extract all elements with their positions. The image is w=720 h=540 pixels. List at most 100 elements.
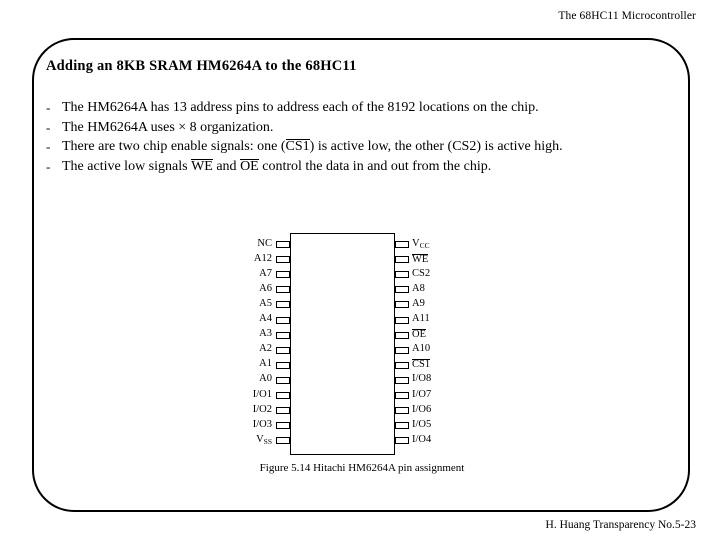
bullet-text-segment: The HM6264A has 13 address pins to addre… xyxy=(62,100,539,115)
pin-name: A4 xyxy=(259,313,272,324)
overlined-signal-name: CS1 xyxy=(285,139,310,154)
pin-label-right-3: CS2 xyxy=(412,267,431,280)
chip-pin-left-2 xyxy=(276,256,290,264)
chip-pin-right-8 xyxy=(395,346,409,354)
pin-name: I/O1 xyxy=(252,388,272,400)
pin-name-subscript: CC xyxy=(419,240,430,250)
pin-label-left-9: A1 xyxy=(259,359,272,370)
pin-label-left-1: NC xyxy=(257,237,272,250)
pin-name: A2 xyxy=(259,343,272,355)
chip-pin-left-4 xyxy=(276,286,290,294)
bullet-list: - The HM6264A has 13 address pins to addr… xyxy=(46,99,676,177)
chip-pin-right-2 xyxy=(395,256,409,264)
slide-header-title: The 68HC11 Microcontroller xyxy=(558,10,696,22)
pin-label-right-12: I/O6 xyxy=(412,403,432,416)
figure-caption: Figure 5.14 Hitachi HM6264A pin assignme… xyxy=(259,462,465,474)
pin-name: A6 xyxy=(259,282,272,294)
chip-pin-left-3 xyxy=(276,271,290,279)
pin-name: I/O7 xyxy=(412,388,432,400)
pin-label-left-2: A12 xyxy=(253,252,272,265)
pin-name: V xyxy=(256,433,264,445)
pin-name: I/O3 xyxy=(252,418,272,430)
pin-name: V xyxy=(412,237,420,249)
bullet-item: - There are two chip enable signals: one … xyxy=(46,138,676,157)
pin-name: A0 xyxy=(259,373,272,385)
pin-label-left-14: VSS xyxy=(256,433,272,446)
chip-pin-right-13 xyxy=(395,422,409,430)
pin-name: A8 xyxy=(412,282,425,294)
bullet-item: - The HM6264A uses × 8 organization. xyxy=(46,119,676,138)
pin-label-left-10: A0 xyxy=(259,374,272,385)
slide-footer-text: H. Huang Transparency No.5-23 xyxy=(545,519,696,531)
bullet-we-oe: The active low signals WE and OE control… xyxy=(62,158,676,177)
pin-name: I/O4 xyxy=(412,433,432,445)
chip-pin-left-13 xyxy=(276,422,290,430)
bullet-organization: The HM6264A uses × 8 organization. xyxy=(62,119,676,138)
pin-name: A7 xyxy=(259,267,272,279)
pin-label-right-5: A9 xyxy=(412,298,425,310)
chip-pin-left-9 xyxy=(276,361,290,369)
chip-pin-right-1 xyxy=(395,241,409,248)
bullet-marker: - xyxy=(46,100,51,115)
pin-name: I/O8 xyxy=(412,373,432,385)
pin-label-right-14: I/O4 xyxy=(412,433,432,446)
pin-label-left-7: A3 xyxy=(259,328,272,340)
pin-name: I/O5 xyxy=(412,418,432,430)
chip-body-outline xyxy=(290,233,395,455)
chip-pin-right-4 xyxy=(395,286,409,294)
bullet-text-segment: and xyxy=(212,158,241,174)
chip-pin-left-1 xyxy=(276,241,290,248)
bullet-text-segment: The HM6264A uses × 8 organization. xyxy=(62,119,274,135)
chip-pin-left-8 xyxy=(276,346,290,354)
chip-pin-right-3 xyxy=(395,271,409,279)
bullet-marker: - xyxy=(46,119,51,135)
pin-name: A1 xyxy=(259,358,272,370)
bullet-text-segment: control the data in and out from the chi… xyxy=(258,158,492,174)
bullet-text-segment: ) is active low, the other (CS2) is acti… xyxy=(309,139,563,154)
pin-label-right-10: I/O8 xyxy=(412,374,431,385)
bullet-text-segment: There are two chip enable signals: one ( xyxy=(62,139,286,154)
pin-label-left-11: I/O1 xyxy=(252,388,272,401)
chip-pin-left-14 xyxy=(276,437,290,445)
pin-label-right-11: I/O7 xyxy=(412,388,432,401)
chip-pin-right-9 xyxy=(395,361,409,369)
pin-label-right-1: VCC xyxy=(412,237,430,250)
pin-label-right-9: CS1 xyxy=(412,359,431,371)
page-title: Adding an 8KB SRAM HM6264A to the 68HC11 xyxy=(46,58,357,74)
pin-label-left-5: A5 xyxy=(259,298,272,310)
pin-name: CS2 xyxy=(412,267,431,279)
bullet-marker: - xyxy=(46,139,51,154)
pin-label-left-6: A4 xyxy=(259,313,272,325)
overlined-signal-name: WE xyxy=(191,158,213,174)
bullet-address-pins: The HM6264A has 13 address pins to addre… xyxy=(62,99,676,118)
bullet-chip-enable: There are two chip enable signals: one (… xyxy=(62,138,676,157)
pin-name: I/O2 xyxy=(252,403,272,415)
chip-pin-right-6 xyxy=(395,316,409,324)
bullet-marker: - xyxy=(46,158,51,174)
pin-name: A12 xyxy=(253,252,272,264)
pin-name-subscript: SS xyxy=(263,436,272,446)
pin-label-right-2: WE xyxy=(412,253,429,266)
pin-label-left-3: A7 xyxy=(259,267,272,280)
bullet-item: - The HM6264A has 13 address pins to addr… xyxy=(46,99,676,118)
chip-pin-left-11 xyxy=(276,392,290,399)
chip-pin-right-12 xyxy=(395,407,409,415)
overlined-pin-name: WE xyxy=(412,253,429,265)
chip-pin-left-10 xyxy=(276,376,290,384)
chip-pin-right-10 xyxy=(395,376,409,384)
chip-pin-right-14 xyxy=(395,437,409,445)
chip-pin-diagram: Figure 5.14 Hitachi HM6264A pin assignme… xyxy=(232,230,492,480)
overlined-pin-name: OE xyxy=(412,329,426,341)
pin-label-left-4: A6 xyxy=(259,282,272,295)
pin-name: NC xyxy=(257,237,272,249)
pin-label-right-4: A8 xyxy=(412,282,425,295)
pin-label-right-13: I/O5 xyxy=(412,418,432,431)
overlined-signal-name: OE xyxy=(240,158,259,174)
pin-label-left-13: I/O3 xyxy=(252,418,272,431)
pin-label-left-8: A2 xyxy=(259,343,272,355)
pin-name: A10 xyxy=(412,343,431,355)
pin-name: I/O6 xyxy=(412,403,432,415)
chip-pin-left-7 xyxy=(276,331,290,339)
bullet-item: - The active low signals WE and OE contro… xyxy=(46,158,676,177)
chip-pin-left-6 xyxy=(276,316,290,324)
